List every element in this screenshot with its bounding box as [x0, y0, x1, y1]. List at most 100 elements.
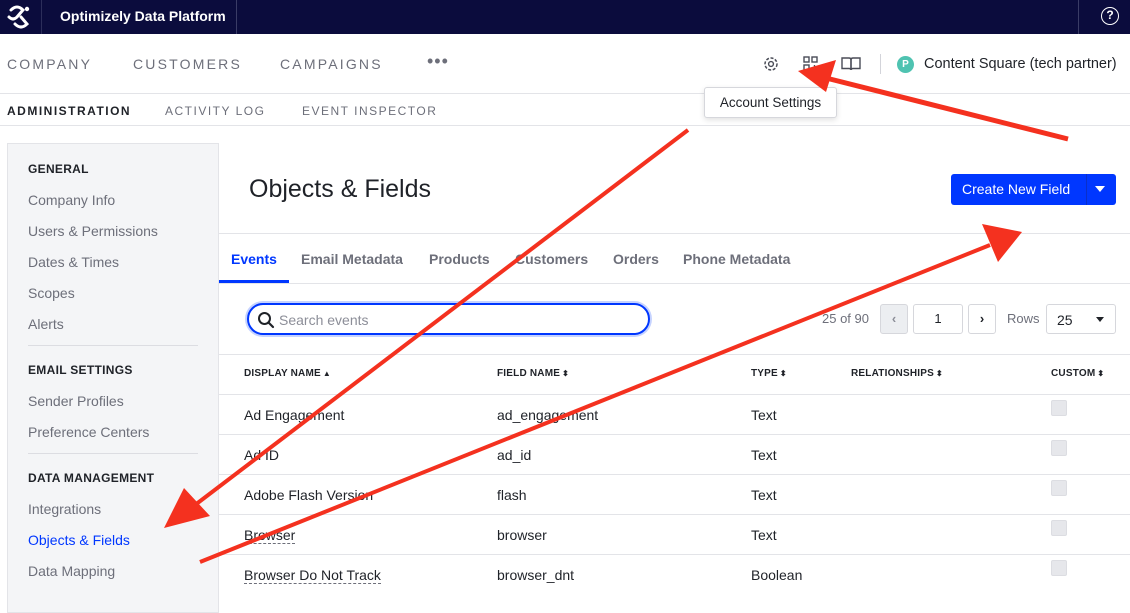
cell-field-name: ad_engagement — [497, 407, 599, 423]
column-header-label: FIELD NAME — [497, 368, 561, 379]
divider — [28, 345, 198, 346]
search-field[interactable] — [247, 303, 650, 335]
cell-display-name[interactable]: Ad ID — [244, 447, 279, 463]
column-header-label: CUSTOM — [1051, 368, 1096, 379]
cell-field-name: ad_id — [497, 447, 532, 463]
custom-checkbox — [1051, 560, 1067, 576]
tab-administration[interactable]: ADMINISTRATION — [7, 104, 131, 118]
create-new-field-label: Create New Field — [962, 181, 1071, 197]
cell-type: Text — [751, 487, 777, 503]
sidebar-item-users-permissions[interactable]: Users & Permissions — [28, 223, 158, 239]
cell-type: Text — [751, 447, 777, 463]
apps-icon[interactable] — [801, 54, 821, 74]
sort-icon: ⬍ — [935, 369, 943, 378]
cell-type: Text — [751, 527, 777, 543]
top-bar: Optimizely Data Platform ? — [0, 0, 1130, 34]
custom-checkbox — [1051, 440, 1067, 456]
divider — [219, 233, 1130, 234]
divider — [219, 283, 1130, 284]
sidebar-heading-email-settings: EMAIL SETTINGS — [28, 363, 133, 377]
optimizely-logo-icon[interactable] — [0, 0, 42, 34]
tooltip: Account Settings — [704, 87, 837, 118]
account-name[interactable]: Content Square (tech partner) — [924, 56, 1117, 72]
help-icon[interactable]: ? — [1101, 7, 1119, 25]
custom-checkbox — [1051, 480, 1067, 496]
primary-nav: COMPANY CUSTOMERS CAMPAIGNS ••• P Conten… — [0, 34, 1130, 94]
create-new-field-button[interactable]: Create New Field — [951, 174, 1116, 205]
sidebar-item-scopes[interactable]: Scopes — [28, 285, 75, 301]
cell-field-name: browser_dnt — [497, 567, 575, 583]
nav-campaigns[interactable]: CAMPAIGNS — [280, 56, 383, 72]
tab-phone-metadata[interactable]: Phone Metadata — [683, 251, 790, 267]
tab-products[interactable]: Products — [429, 251, 490, 267]
prev-page-button[interactable]: ‹ — [880, 304, 908, 334]
app-title: Optimizely Data Platform — [60, 8, 226, 24]
cell-display-name[interactable]: Browser Do Not Track — [244, 567, 381, 584]
sort-icon: ⬍ — [562, 369, 570, 378]
column-header-type[interactable]: TYPE ⬍ — [751, 368, 787, 379]
tab-event-inspector[interactable]: EVENT INSPECTOR — [302, 104, 437, 118]
sidebar-item-integrations[interactable]: Integrations — [28, 501, 101, 517]
divider — [219, 354, 1130, 355]
cell-type: Boolean — [751, 567, 803, 583]
cell-display-name[interactable]: Ad Engagement — [244, 407, 344, 423]
nav-company[interactable]: COMPANY — [7, 56, 92, 72]
sidebar-item-sender-profiles[interactable]: Sender Profiles — [28, 393, 124, 409]
book-icon[interactable] — [840, 54, 861, 74]
tab-activity-log[interactable]: ACTIVITY LOG — [165, 104, 265, 118]
next-page-button[interactable]: › — [968, 304, 996, 334]
sidebar-item-alerts[interactable]: Alerts — [28, 316, 64, 332]
rows-per-page-select[interactable]: 25 — [1046, 304, 1116, 334]
column-header-custom[interactable]: CUSTOM ⬍ — [1051, 368, 1104, 379]
sidebar-item-dates-times[interactable]: Dates & Times — [28, 254, 119, 270]
cell-field-name: browser — [497, 527, 547, 543]
divider — [28, 453, 198, 454]
cell-type: Text — [751, 407, 777, 423]
avatar[interactable]: P — [897, 56, 914, 73]
chevron-down-icon — [1096, 317, 1104, 322]
divider — [219, 514, 1130, 515]
cell-display-name[interactable]: Browser — [244, 527, 296, 544]
sidebar-item-preference-centers[interactable]: Preference Centers — [28, 424, 149, 440]
search-input[interactable] — [279, 311, 639, 329]
custom-checkbox — [1051, 520, 1067, 536]
sort-icon: ▲ — [322, 369, 331, 378]
column-header-label: RELATIONSHIPS — [851, 368, 934, 379]
search-icon — [257, 311, 275, 329]
gear-icon[interactable] — [761, 54, 781, 74]
chevron-down-icon[interactable] — [1095, 186, 1105, 192]
sidebar-heading-general: GENERAL — [28, 162, 89, 176]
divider — [219, 474, 1130, 475]
sort-icon: ⬍ — [779, 369, 787, 378]
divider — [1078, 0, 1079, 34]
divider — [236, 0, 237, 34]
sidebar-item-company-info[interactable]: Company Info — [28, 192, 115, 208]
column-header-label: DISPLAY NAME — [244, 368, 321, 379]
secondary-nav: ADMINISTRATION ACTIVITY LOG EVENT INSPEC… — [0, 94, 1130, 126]
custom-checkbox — [1051, 400, 1067, 416]
page-number-input[interactable]: 1 — [913, 304, 963, 334]
page-title: Objects & Fields — [249, 175, 432, 203]
divider — [219, 434, 1130, 435]
cell-field-name: flash — [497, 487, 527, 503]
annotation-arrowhead — [982, 224, 1022, 262]
tab-orders[interactable]: Orders — [613, 251, 659, 267]
divider — [219, 394, 1130, 395]
sort-icon: ⬍ — [1097, 369, 1105, 378]
sidebar-item-objects-fields[interactable]: Objects & Fields — [28, 532, 130, 548]
divider — [1086, 174, 1087, 205]
cell-display-name[interactable]: Adobe Flash Version — [244, 487, 373, 503]
rows-label: Rows — [1007, 311, 1040, 326]
more-menu-icon[interactable]: ••• — [427, 51, 449, 72]
column-header-field-name[interactable]: FIELD NAME ⬍ — [497, 368, 569, 379]
column-header-relationships[interactable]: RELATIONSHIPS ⬍ — [851, 368, 943, 379]
tab-events[interactable]: Events — [231, 251, 277, 267]
sidebar-item-data-mapping[interactable]: Data Mapping — [28, 563, 115, 579]
nav-customers[interactable]: CUSTOMERS — [133, 56, 242, 72]
tab-email-metadata[interactable]: Email Metadata — [301, 251, 403, 267]
sidebar: GENERAL Company Info Users & Permissions… — [7, 143, 219, 613]
column-header-label: TYPE — [751, 368, 778, 379]
column-header-display-name[interactable]: DISPLAY NAME ▲ — [244, 368, 331, 379]
rows-per-page-value: 25 — [1057, 312, 1073, 328]
tab-customers[interactable]: Customers — [515, 251, 588, 267]
